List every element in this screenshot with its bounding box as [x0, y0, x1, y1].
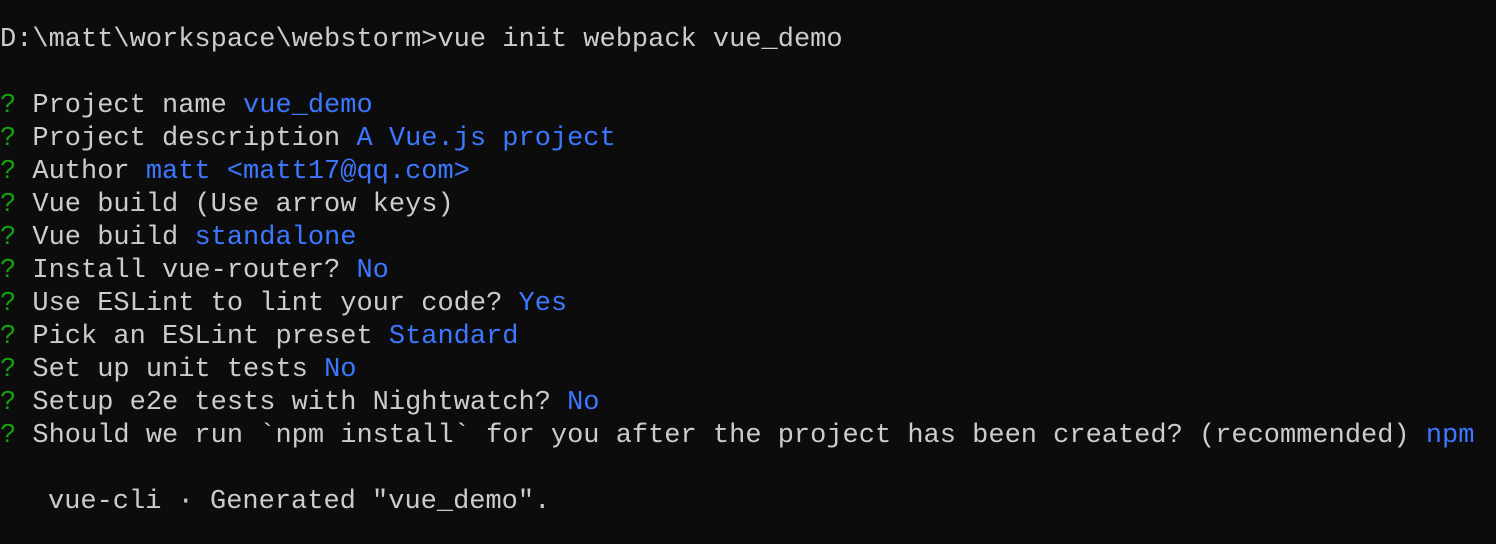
question-line-author: ? Author matt <matt17@qq.com>	[0, 156, 1496, 189]
question-text: Should we run `npm install` for you afte…	[32, 421, 1410, 451]
question-text: Use ESLint to lint your code?	[32, 289, 503, 319]
question-answer: matt <matt17@qq.com>	[145, 157, 470, 187]
question-text: Project name	[32, 91, 227, 121]
question-line-vue-router: ? Install vue-router? No	[0, 255, 1496, 288]
question-line-project-description: ? Project description A Vue.js project	[0, 123, 1496, 156]
question-answer: A Vue.js project	[356, 124, 616, 154]
command-line: D:\matt\workspace\webstorm>vue init webp…	[0, 24, 1496, 57]
question-text: Setup e2e tests with Nightwatch?	[32, 388, 551, 418]
question-answer: Yes	[518, 289, 568, 319]
question-marker: ?	[0, 256, 17, 286]
question-answer: standalone	[194, 223, 357, 253]
question-marker: ?	[0, 355, 17, 385]
question-answer: No	[356, 256, 389, 286]
question-marker: ?	[0, 91, 17, 121]
question-marker: ?	[0, 124, 17, 154]
question-line-eslint: ? Use ESLint to lint your code? Yes	[0, 288, 1496, 321]
question-line-project-name: ? Project name vue_demo	[0, 90, 1496, 123]
question-line-vue-build: ? Vue build standalone	[0, 222, 1496, 255]
question-answer: vue_demo	[243, 91, 373, 121]
question-text: Project description	[32, 124, 341, 154]
question-marker: ?	[0, 289, 17, 319]
question-line-vue-build-prompt: ? Vue build (Use arrow keys)	[0, 189, 1496, 222]
question-marker: ?	[0, 322, 17, 352]
question-line-e2e-tests: ? Setup e2e tests with Nightwatch? No	[0, 387, 1496, 420]
question-marker: ?	[0, 388, 17, 418]
question-line-unit-tests: ? Set up unit tests No	[0, 354, 1496, 387]
question-text: Vue build (Use arrow keys)	[32, 190, 454, 220]
question-marker: ?	[0, 223, 17, 253]
terminal-window: D:\matt\workspace\webstorm>vue init webp…	[0, 0, 1496, 544]
question-marker: ?	[0, 421, 17, 451]
question-line-eslint-preset: ? Pick an ESLint preset Standard	[0, 321, 1496, 354]
question-answer: No	[567, 388, 600, 418]
question-text: Set up unit tests	[32, 355, 308, 385]
question-marker: ?	[0, 190, 17, 220]
question-text: Vue build	[32, 223, 179, 253]
question-answer: Standard	[388, 322, 519, 352]
shell-prompt: D:\matt\workspace\webstorm>	[0, 25, 438, 55]
generated-message: vue-cli · Generated "vue_demo".	[48, 487, 551, 517]
question-answer: No	[324, 355, 357, 385]
question-text: Install vue-router?	[32, 256, 341, 286]
question-text: Pick an ESLint preset	[32, 322, 373, 352]
command-text: vue init webpack vue_demo	[437, 25, 843, 55]
question-marker: ?	[0, 157, 17, 187]
question-line-npm-install: ? Should we run `npm install` for you aft…	[0, 420, 1496, 453]
question-answer: npm	[1425, 421, 1475, 451]
question-text: Author	[32, 157, 130, 187]
